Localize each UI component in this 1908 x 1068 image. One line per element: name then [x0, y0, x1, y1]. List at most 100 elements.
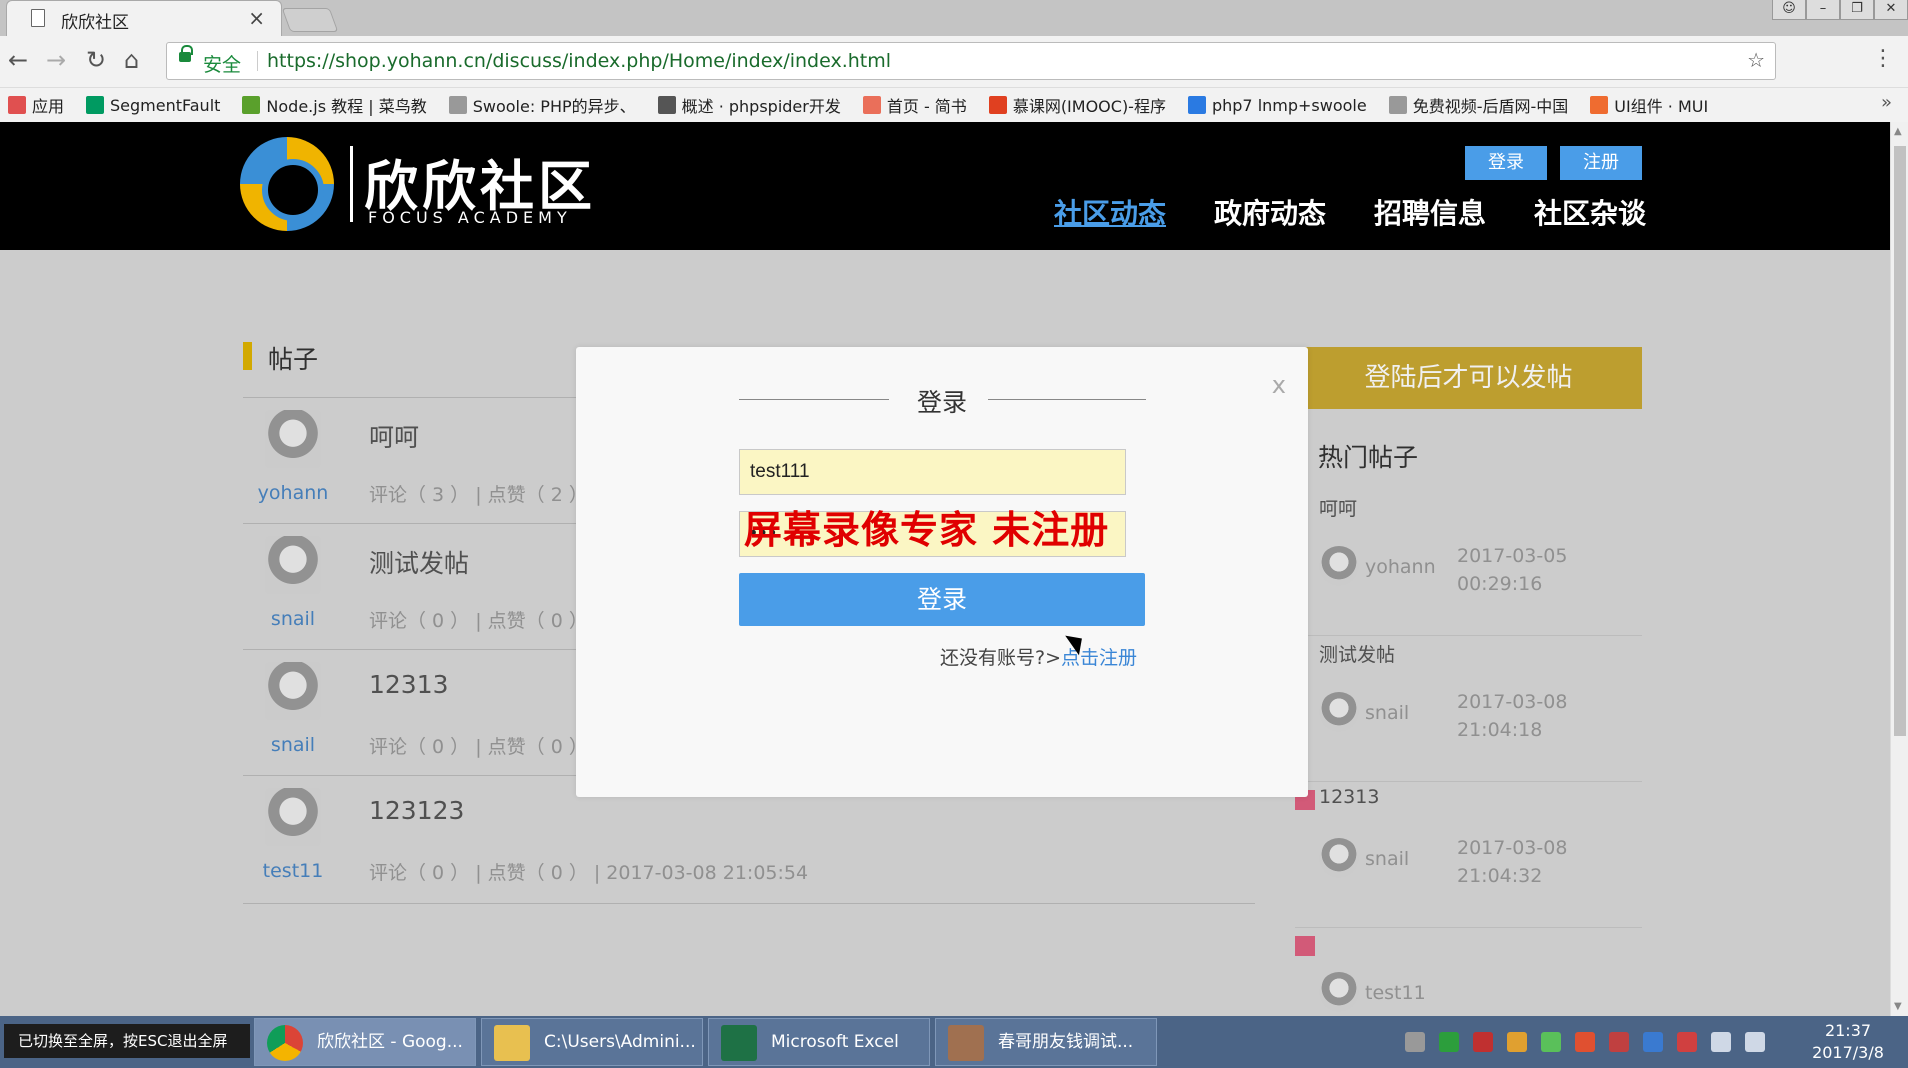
bookmark-label: 慕课网(IMOOC)-程序: [1012, 97, 1166, 116]
bookmark-icon: [8, 96, 26, 114]
bookmark-label: UI组件 · MUI: [1614, 97, 1709, 116]
login-modal: x 登录 test111 ••• 屏幕录像专家 未注册 登录 还没有账号?>点击…: [576, 347, 1308, 797]
keyboard-icon[interactable]: [1405, 1032, 1425, 1052]
login-submit-button[interactable]: 登录: [739, 573, 1145, 626]
wechat-icon[interactable]: [1541, 1032, 1561, 1052]
bookmark-icon: [1590, 96, 1609, 114]
scroll-down-icon[interactable]: ▼: [1894, 1001, 1902, 1012]
bookmark-item[interactable]: Swoole: PHP的异步、: [448, 93, 636, 117]
tray-app-icon[interactable]: [1473, 1032, 1493, 1052]
home-icon[interactable]: ⌂: [124, 46, 139, 74]
divider: [257, 51, 258, 71]
bookmarks-bar: 应用 SegmentFault Node.js 教程 | 菜鸟教 Swoole: PH…: [0, 88, 1908, 122]
secure-label: 安全: [203, 54, 242, 76]
taskbar-label: C:\Users\Admini...: [544, 1032, 696, 1052]
nav-jobs[interactable]: 招聘信息: [1374, 192, 1486, 232]
menu-icon[interactable]: ⋮: [1872, 46, 1894, 71]
bookmark-icon: [86, 96, 105, 114]
bookmark-item[interactable]: 应用: [8, 93, 64, 117]
username-field[interactable]: test111: [739, 449, 1126, 495]
taskbar-explorer[interactable]: C:\Users\Admini...: [481, 1018, 703, 1066]
folder-icon: [494, 1025, 530, 1061]
register-hint: 还没有账号?>点击注册: [940, 643, 1137, 670]
minimize-button[interactable]: –: [1806, 0, 1840, 20]
bookmark-item[interactable]: 概述 · phpspider开发: [657, 93, 841, 117]
bookmark-label: Node.js 教程 | 菜鸟教: [266, 97, 427, 116]
bookmark-item[interactable]: Node.js 教程 | 菜鸟教: [242, 93, 427, 117]
logo-icon[interactable]: [240, 137, 334, 231]
clock-time: 21:37: [1824, 1021, 1872, 1040]
site-header: 欣欣社区 FOCUS ACADEMY 登录 注册 社区动态 政府动态 招聘信息 …: [0, 122, 1890, 250]
tray-app-icon[interactable]: [1439, 1032, 1459, 1052]
tray-app-icon[interactable]: [1575, 1032, 1595, 1052]
modal-title: 登录: [916, 388, 967, 417]
network-icon[interactable]: [1711, 1032, 1731, 1052]
user-icon[interactable]: ☺: [1772, 0, 1806, 20]
bookmark-item[interactable]: 免费视频-后盾网-中国: [1388, 93, 1569, 117]
bookmarks-overflow-icon[interactable]: »: [1881, 92, 1892, 113]
bookmark-item[interactable]: 慕课网(IMOOC)-程序: [988, 93, 1166, 117]
register-hint-text: 还没有账号?>: [940, 647, 1062, 669]
nav-community-news[interactable]: 社区动态: [1054, 192, 1166, 232]
taskbar-label: Microsoft Excel: [771, 1032, 899, 1052]
video-thumbnail-icon: [948, 1025, 984, 1061]
excel-icon: [721, 1025, 757, 1061]
nav-government-news[interactable]: 政府动态: [1214, 192, 1326, 232]
browser-toolbar: ← → ↻ ⌂ 安全 https://shop.yohann.cn/discus…: [0, 36, 1908, 88]
system-clock[interactable]: 21:37 2017/3/8: [1800, 1020, 1896, 1064]
tray-app-icon[interactable]: [1609, 1032, 1629, 1052]
bookmark-icon: [1388, 96, 1407, 114]
new-tab-button[interactable]: [281, 8, 339, 32]
bookmark-icon: [1187, 96, 1206, 114]
address-bar[interactable]: 安全 https://shop.yohann.cn/discuss/index.…: [166, 42, 1776, 80]
shield-icon[interactable]: [1643, 1032, 1663, 1052]
back-icon[interactable]: ←: [8, 46, 28, 74]
url-text[interactable]: https://shop.yohann.cn/discuss/index.php…: [267, 50, 891, 72]
taskbar-chrome[interactable]: 欣欣社区 - Goog...: [254, 1018, 476, 1066]
bookmark-item[interactable]: UI组件 · MUI: [1590, 93, 1708, 117]
bookmark-label: 首页 - 简书: [886, 97, 967, 116]
tab-title: 欣欣社区: [61, 13, 129, 33]
bookmark-icon: [242, 96, 261, 114]
register-link[interactable]: 点击注册: [1061, 647, 1137, 669]
bookmark-label: 应用: [32, 97, 65, 116]
scroll-up-icon[interactable]: ▲: [1894, 126, 1902, 137]
volume-icon[interactable]: [1745, 1032, 1765, 1052]
taskbar-label: 春哥朋友钱调试...: [998, 1032, 1134, 1052]
nav-chat[interactable]: 社区杂谈: [1534, 192, 1646, 232]
bookmark-icon: [448, 96, 467, 114]
restore-button[interactable]: ❐: [1840, 0, 1874, 20]
tab-close-button[interactable]: ×: [248, 6, 265, 30]
bookmark-label: 概述 · phpspider开发: [681, 97, 841, 116]
page-scrollbar[interactable]: ▲ ▼: [1890, 122, 1908, 1016]
bookmark-item[interactable]: 首页 - 简书: [862, 93, 967, 117]
bookmark-item[interactable]: SegmentFault: [86, 96, 220, 115]
taskbar-excel[interactable]: Microsoft Excel: [708, 1018, 930, 1066]
bookmark-star-icon[interactable]: ☆: [1747, 48, 1765, 72]
browser-tab[interactable]: 欣欣社区 ×: [6, 0, 282, 36]
bookmark-label: 免费视频-后盾网-中国: [1412, 97, 1569, 116]
recorder-watermark: 屏幕录像专家 未注册: [744, 507, 1110, 552]
header-login-button[interactable]: 登录: [1465, 146, 1547, 180]
logo-subtext: FOCUS ACADEMY: [368, 208, 572, 227]
bookmark-icon: [862, 96, 881, 114]
header-register-button[interactable]: 注册: [1560, 146, 1642, 180]
logo-divider: [350, 146, 353, 222]
scrollbar-thumb[interactable]: [1894, 146, 1906, 736]
bookmark-label: php7 lnmp+swoole: [1211, 95, 1367, 115]
document-icon: [31, 9, 45, 27]
browser-tabstrip: 欣欣社区 × ☺ – ❐ ✕: [0, 0, 1908, 36]
tray-app-icon[interactable]: [1507, 1032, 1527, 1052]
lock-icon: [179, 45, 193, 62]
bookmark-label: Swoole: PHP的异步、: [472, 97, 636, 116]
close-window-button[interactable]: ✕: [1874, 0, 1908, 20]
taskbar-video[interactable]: 春哥朋友钱调试...: [935, 1018, 1157, 1066]
reload-icon[interactable]: ↻: [86, 46, 106, 74]
bookmark-icon: [657, 96, 676, 114]
forward-icon[interactable]: →: [46, 46, 66, 74]
window-controls: ☺ – ❐ ✕: [1772, 0, 1908, 20]
bookmark-icon: [988, 96, 1007, 114]
tray-app-icon[interactable]: [1677, 1032, 1697, 1052]
fullscreen-tip: 已切换至全屏，按ESC退出全屏: [4, 1024, 250, 1058]
bookmark-item[interactable]: php7 lnmp+swoole: [1187, 95, 1367, 115]
